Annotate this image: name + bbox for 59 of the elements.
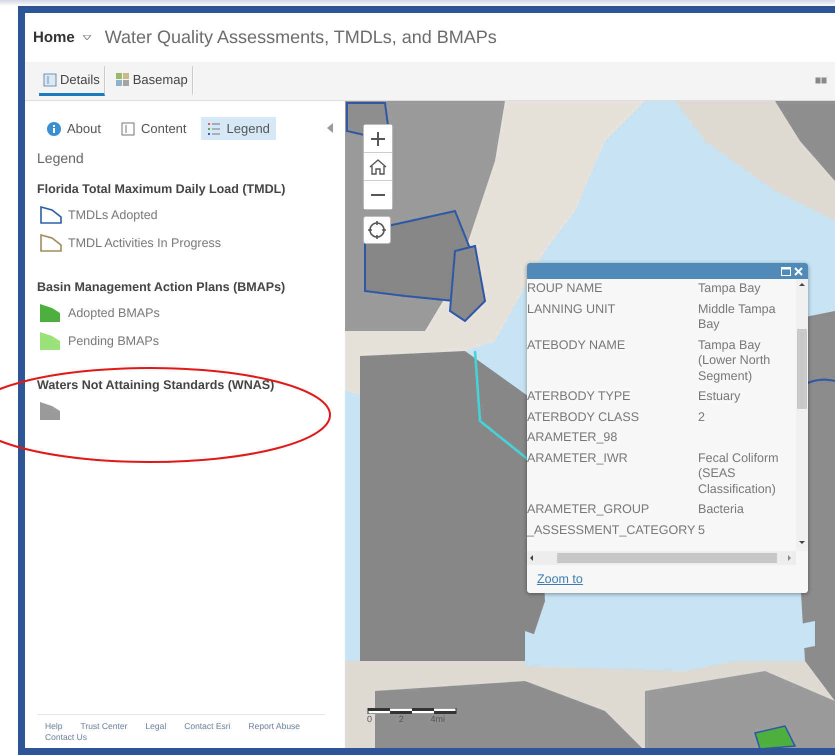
field-name: ARAMETER_98 <box>527 430 618 446</box>
field-name: ATEBODY NAME <box>527 338 626 354</box>
field-value: 2 <box>698 410 706 425</box>
legend-heading: Legend <box>37 150 85 166</box>
crosshair-icon <box>368 221 386 239</box>
legend-group-title: Waters Not Attaining Standards (WNAS) <box>37 378 276 392</box>
legend-label: Adopted BMAPs <box>68 306 160 320</box>
legend-group-title: Basin Management Action Plans (BMAPs) <box>37 280 286 294</box>
footer-link[interactable]: Trust Center <box>80 721 128 731</box>
legend-label: TMDL Activities In Progress <box>68 236 222 250</box>
field-name: ARAMETER_IWR <box>527 450 629 466</box>
field-value: 5 <box>698 522 706 538</box>
field-name: ROUP NAME <box>527 281 604 296</box>
panel-tab[interactable]: Content <box>114 117 193 140</box>
document-icon <box>120 122 135 136</box>
field-name: ATERBODY TYPE <box>527 389 632 404</box>
scale-label: 4mi <box>430 714 445 724</box>
scale-label: 2 <box>398 714 404 724</box>
legend-group-title: Florida Total Maximum Daily Load (TMDL) <box>37 182 286 196</box>
field-name: ATERBODY CLASS <box>527 410 640 425</box>
footer-link[interactable]: Help <box>45 721 62 731</box>
legend-label: Pending BMAPs <box>68 334 160 348</box>
caret-icon <box>82 35 91 40</box>
close-icon[interactable] <box>794 266 803 276</box>
minus-icon <box>371 194 385 196</box>
basin-area <box>754 725 796 748</box>
link-icon[interactable] <box>815 77 827 84</box>
zoom-to-link[interactable]: Zoom to <box>537 572 583 586</box>
field-name: ARAMETER_GROUP <box>527 502 650 518</box>
footer-link[interactable]: Contact Us <box>45 732 88 742</box>
toolbar-tab[interactable]: Basemap <box>110 66 193 96</box>
field-value: Tampa Bay <box>698 281 762 296</box>
page-title: Water Quality Assessments, TMDLs, and BMAPs <box>104 27 497 48</box>
field-value: Bacteria <box>698 502 745 518</box>
footer-link[interactable]: Contact Esri <box>184 721 231 731</box>
toolbar-tab[interactable]: Details <box>39 66 105 96</box>
info-icon <box>47 122 61 136</box>
legend-label: TMDLs Adopted <box>68 208 158 222</box>
panel-tab[interactable]: About <box>41 117 107 140</box>
locate-button[interactable] <box>363 216 391 244</box>
home-menu[interactable]: Home <box>33 29 91 46</box>
field-value: Middle Tampa Bay <box>698 302 777 332</box>
panel-tab[interactable]: Legend <box>200 117 276 140</box>
collapse-icon[interactable] <box>327 123 333 133</box>
plus-icon <box>371 132 385 146</box>
grid-icon <box>114 72 130 87</box>
list-icon <box>206 122 221 136</box>
footer-link[interactable]: Report Abuse <box>248 721 300 731</box>
document-icon <box>43 72 57 86</box>
home-icon <box>369 158 387 174</box>
field-value: Tampa Bay (Lower North Segment) <box>698 338 772 384</box>
field-name: LANNING UNIT <box>527 302 616 318</box>
field-name: _ASSESSMENT_CATEGORY <box>527 522 696 538</box>
zoom-in-button[interactable] <box>364 125 392 153</box>
scale-label: 0 <box>367 714 372 724</box>
maximize-icon[interactable] <box>781 266 791 276</box>
field-value: Estuary <box>698 389 742 404</box>
footer-link[interactable]: Legal <box>145 721 166 731</box>
field-value: Fecal Coliform (SEAS Classification) <box>698 450 780 497</box>
